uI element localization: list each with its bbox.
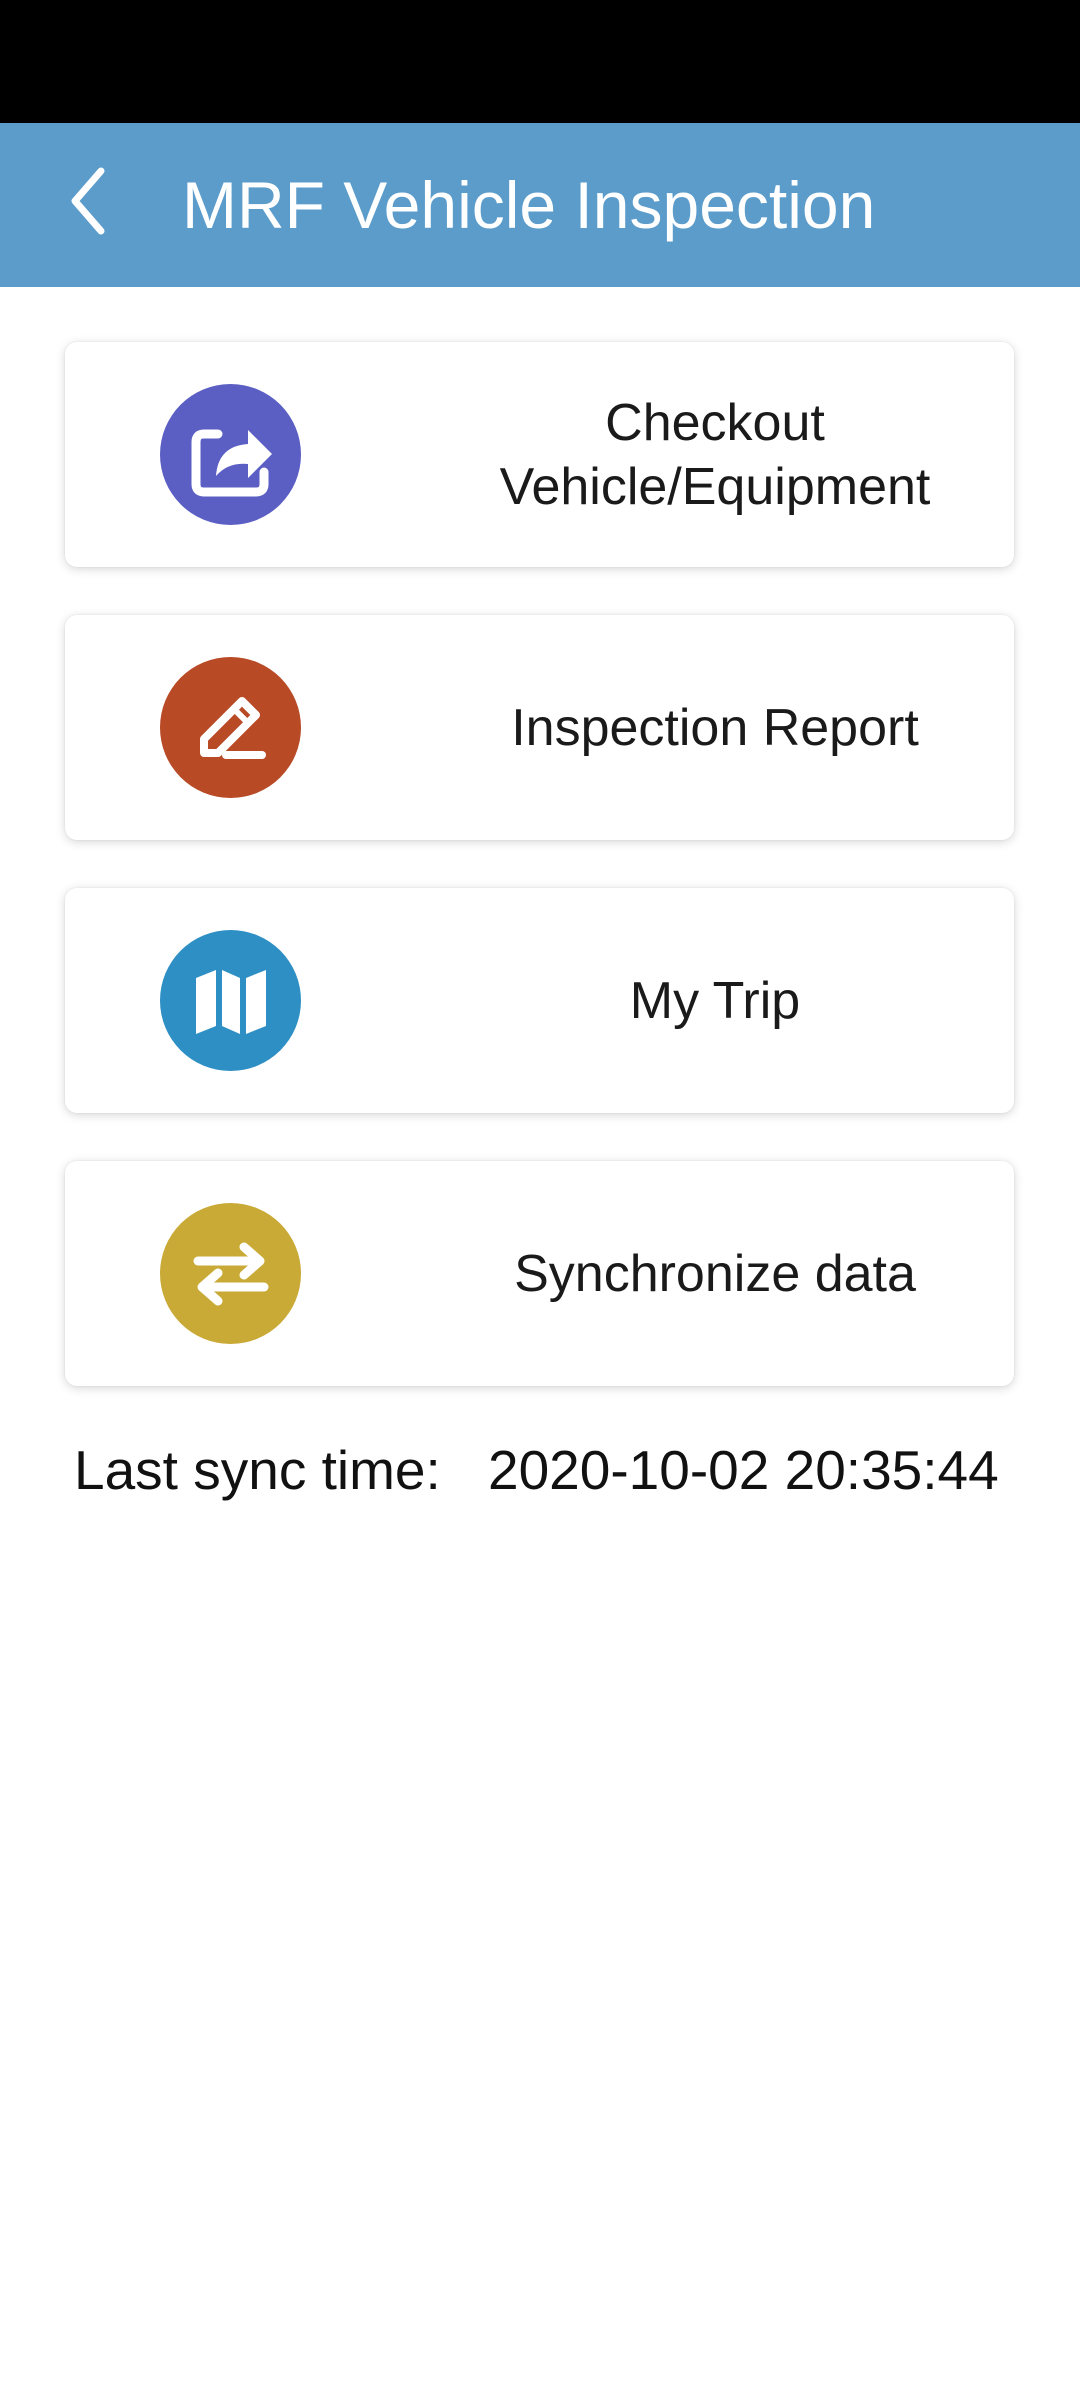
last-sync-time: 2020-10-02 20:35:44 [488,1439,999,1501]
map-icon [160,930,301,1071]
app-bar: MRF Vehicle Inspection [0,123,1080,287]
back-button[interactable] [48,151,128,251]
sync-arrows-icon [160,1203,301,1344]
menu-item-label: Inspection Report [511,698,919,757]
chevron-left-icon [71,167,105,235]
my-trip-button[interactable]: My Trip [65,888,1014,1113]
synchronize-data-button[interactable]: Synchronize data [65,1161,1014,1386]
pencil-icon [160,657,301,798]
checkout-vehicle-button[interactable]: Checkout Vehicle/Equipment [65,342,1014,567]
share-box-icon [160,384,301,525]
menu-item-label: Checkout Vehicle/Equipment [499,393,931,516]
inspection-report-button[interactable]: Inspection Report [65,615,1014,840]
last-sync-label: Last sync time: [74,1439,441,1501]
status-bar [0,0,1080,123]
menu-item-label: Synchronize data [514,1244,916,1303]
menu-item-label: My Trip [629,971,801,1030]
page-title: MRF Vehicle Inspection [182,168,876,242]
